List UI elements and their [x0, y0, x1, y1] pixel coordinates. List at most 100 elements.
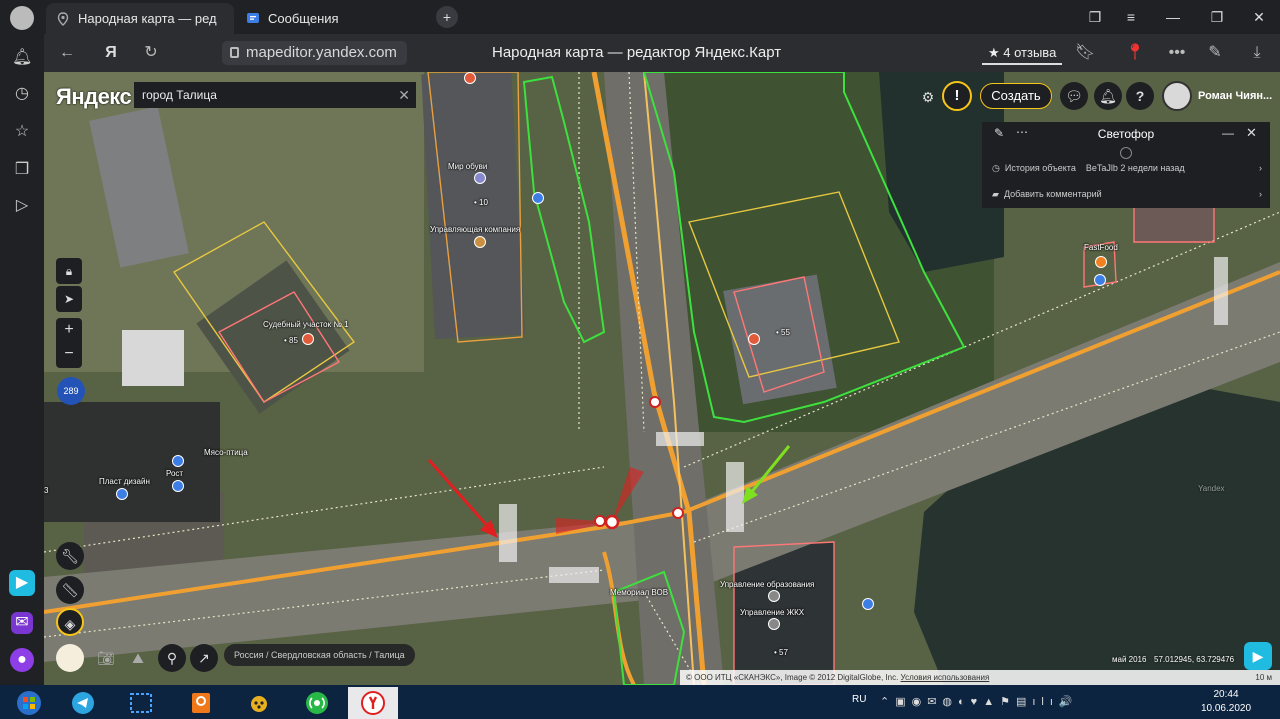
tab-messages-label: Сообщения — [268, 11, 339, 26]
coordinates: 57.012945, 63.729476 — [1154, 655, 1235, 664]
layers-icon[interactable]: ◈ — [56, 608, 84, 636]
yandex-browser-icon — [361, 691, 385, 715]
tab-messages[interactable]: Сообщения — [236, 3, 426, 34]
search-input[interactable]: город Талица ✕ — [134, 82, 416, 108]
minimize-panel-icon[interactable]: — — [1222, 126, 1234, 140]
panorama-icon[interactable]: ⛰︎ — [124, 644, 152, 672]
extension-icon[interactable]: ✎ — [1204, 42, 1226, 64]
arrow-left-icon[interactable]: ← — [56, 42, 78, 64]
map-mode-icon[interactable] — [56, 644, 84, 672]
warning-button[interactable]: ! — [942, 81, 972, 111]
search-value: город Талица — [142, 88, 217, 102]
alice-icon[interactable]: ● — [10, 648, 34, 672]
counter-badge[interactable]: 289 — [57, 377, 85, 405]
tab-manager-icon[interactable]: ❐ — [1084, 6, 1106, 28]
label-shoes: Мир обуви — [448, 162, 488, 171]
history-user: BeTaJlb — [1085, 163, 1118, 173]
gear-icon[interactable]: ⚙ — [914, 83, 942, 111]
play-icon[interactable]: ▷ — [12, 196, 32, 216]
lock-map-icon[interactable]: 🔒︎ — [56, 258, 82, 284]
poi-edu-icon[interactable] — [768, 590, 780, 602]
snipping-tool-app[interactable] — [116, 687, 166, 719]
map-canvas[interactable]: Судебный участок № 1 • 85 Мир обуви • 10… — [44, 72, 1280, 685]
terms-link[interactable]: Условия использования — [901, 673, 990, 682]
parking-south-icon[interactable] — [862, 598, 874, 610]
poi-meat-icon[interactable] — [172, 455, 184, 467]
yandex-logo[interactable]: Яндекс — [56, 84, 132, 110]
pdf-icon — [192, 693, 210, 713]
ladybug-icon — [251, 696, 267, 712]
lock-icon — [230, 47, 239, 58]
poi-top-icon[interactable] — [464, 72, 476, 84]
ruler-icon[interactable]: 📏︎ — [56, 576, 84, 604]
close-panel-icon[interactable]: ✕ — [1246, 125, 1257, 141]
zen-button[interactable]: ▶ — [1244, 642, 1272, 670]
scale-label: 10 м — [1255, 673, 1272, 682]
open-external-icon[interactable]: ↗ — [190, 644, 218, 672]
history-icon[interactable]: ◷ — [12, 84, 32, 104]
geolocation-icon[interactable]: ➤ — [56, 286, 82, 312]
label-building-57: • 57 — [774, 648, 788, 657]
zoom-in-button[interactable]: + — [56, 318, 82, 342]
start-button[interactable] — [4, 687, 54, 719]
label-fastfood: FastFood — [1084, 243, 1118, 252]
poi-shop-icon[interactable] — [1094, 274, 1106, 286]
bell-icon[interactable]: 🔔︎ — [12, 48, 32, 68]
tray-icons[interactable]: ⌃▣◉✉◍◐♥▲⚑▤ılı🔊 — [880, 695, 1079, 708]
poi-medical-icon[interactable] — [748, 333, 760, 345]
url-field[interactable]: mapeditor.yandex.com — [222, 41, 407, 65]
poi-court-icon[interactable] — [302, 333, 314, 345]
star-icon[interactable]: ☆ — [12, 122, 32, 142]
poi-rost-icon[interactable] — [172, 480, 184, 492]
clock[interactable]: 20:44 10.06.2020 — [1196, 688, 1256, 716]
close-icon[interactable]: ✕ — [398, 82, 410, 108]
pdf-app[interactable] — [176, 687, 226, 719]
poi-plast-icon[interactable] — [116, 488, 128, 500]
telegram-app[interactable] — [58, 687, 108, 719]
radio-app[interactable] — [292, 687, 342, 719]
bookmark-icon[interactable]: 🔖︎ — [1074, 42, 1096, 64]
history-row[interactable]: ◷ История объекта BeTaJlb 2 недели назад… — [992, 157, 1262, 179]
download-icon[interactable]: ⤓ — [1246, 42, 1268, 64]
help-button[interactable]: ? — [1126, 82, 1154, 110]
user-menu[interactable]: Роман Чиян... — [1162, 81, 1272, 111]
parking-icon[interactable] — [532, 192, 544, 204]
poi-zhkh-icon[interactable] — [768, 618, 780, 630]
zoom-control[interactable]: + − — [56, 318, 82, 368]
yandex-home-button[interactable]: Я — [100, 42, 122, 64]
zen-app-icon[interactable]: ▶ — [9, 570, 35, 596]
notifications-icon[interactable]: 🔔︎ — [1094, 82, 1122, 110]
close-window-icon[interactable]: ✕ — [1248, 6, 1270, 28]
new-tab-button[interactable]: + — [436, 6, 458, 28]
location-pin-icon[interactable]: 📍︎ — [1124, 42, 1146, 64]
minimize-icon[interactable]: — — [1162, 6, 1184, 28]
yandex-browser-app[interactable] — [348, 687, 398, 719]
panel-header: ✎ ⋯ Светофор — ✕ — [982, 122, 1270, 146]
restore-icon[interactable]: ❐ — [1206, 6, 1228, 28]
messenger-app-icon[interactable]: ✉ — [11, 612, 33, 634]
label-court: Судебный участок № 1 — [263, 320, 349, 329]
zoom-out-button[interactable]: − — [56, 342, 82, 366]
reviews-button[interactable]: ★ 4 отзыва — [982, 41, 1063, 65]
wrench-icon[interactable]: 🔧︎ — [56, 542, 84, 570]
poi-shoes-icon[interactable] — [474, 172, 486, 184]
poi-fastfood-icon[interactable] — [1095, 256, 1107, 268]
history-label: История объекта — [1004, 163, 1076, 173]
language-indicator[interactable]: RU — [852, 694, 866, 705]
breadcrumb[interactable]: Россия / Свердловская область / Талица — [224, 644, 415, 666]
place-pin-icon[interactable]: ⚲ — [158, 644, 186, 672]
camera-icon[interactable]: 📷︎ — [92, 644, 120, 672]
menu-icon[interactable]: ≡ — [1120, 6, 1142, 28]
imagery-date: май 2016 — [1112, 655, 1147, 664]
create-button[interactable]: Создать — [980, 83, 1052, 109]
messages-icon[interactable]: 💬︎ — [1060, 82, 1088, 110]
more-dots-icon[interactable]: ••• — [1166, 42, 1188, 64]
profile-avatar[interactable] — [10, 6, 34, 30]
collections-icon[interactable]: ❒ — [12, 160, 32, 180]
comment-row[interactable]: ▰ Добавить комментарий › — [992, 183, 1262, 205]
tab-map-editor[interactable]: Народная карта — ред — [46, 3, 234, 34]
ladybug-app[interactable] — [234, 687, 284, 719]
poi-management-icon[interactable] — [474, 236, 486, 248]
chat-icon — [246, 12, 260, 26]
reload-icon[interactable]: ↻ — [140, 42, 162, 64]
